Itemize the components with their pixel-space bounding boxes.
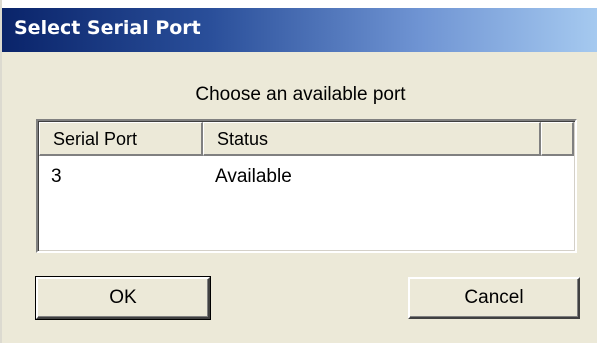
title-bar[interactable]: Select Serial Port [2, 8, 597, 52]
cell-status: Available [215, 166, 292, 187]
column-header-serial-port[interactable]: Serial Port [39, 122, 203, 156]
window-title: Select Serial Port [14, 17, 201, 39]
list-item[interactable]: 3 Available [39, 161, 574, 191]
select-serial-port-dialog: Select Serial Port Choose an available p… [0, 0, 597, 343]
column-header-filler [541, 122, 574, 156]
serial-port-list[interactable]: Serial Port Status 3 Available [36, 119, 577, 253]
cancel-button[interactable]: Cancel [408, 277, 580, 319]
cell-serial-port: 3 [51, 166, 62, 187]
ok-button[interactable]: OK [35, 276, 211, 320]
list-header: Serial Port Status [39, 122, 574, 156]
column-header-status[interactable]: Status [203, 122, 541, 156]
top-edge [2, 0, 597, 8]
prompt-text: Choose an available port [195, 84, 406, 105]
